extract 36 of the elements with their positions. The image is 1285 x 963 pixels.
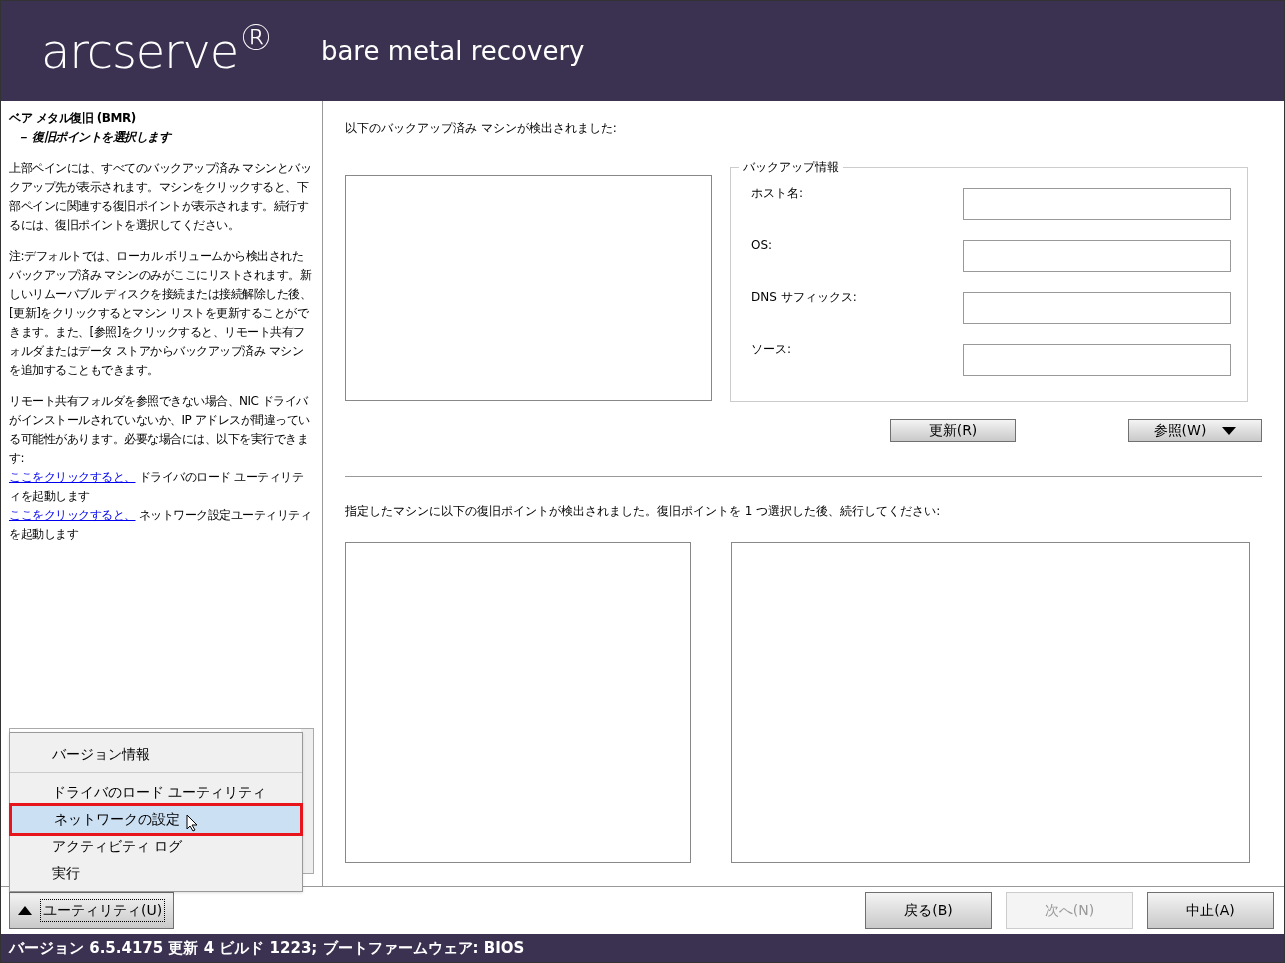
input-field[interactable] [963, 188, 1231, 220]
help-paragraph: リモート共有フォルダを参照できない場合、NIC ドライバがインストールされていないか、IP アドレスが間違っている可能性があります。必要な場合には、以下を実行できます: [9, 393, 311, 467]
input-field[interactable] [963, 292, 1231, 324]
field-label: ホスト名: [751, 185, 804, 202]
caret-up-icon [18, 906, 32, 915]
help-link[interactable]: ここをクリックすると、 [9, 508, 136, 522]
cursor-icon [186, 814, 198, 832]
menu-item[interactable]: バージョン情報 [10, 737, 302, 773]
menu-item[interactable]: ネットワークの設定 [12, 806, 300, 833]
sidebar-title: ベア メタル復旧 (BMR) [9, 110, 137, 127]
field-label: OS: [751, 237, 773, 254]
input-field[interactable] [963, 344, 1231, 376]
help-line: ここをクリックすると、 ネットワーク設定ユーティリティを起動します [9, 507, 313, 543]
field-label: ソース: [751, 341, 792, 358]
browse-button[interactable]: 参照(W) [1128, 419, 1262, 442]
menu-item[interactable]: アクティビティ ログ [10, 833, 302, 860]
sidebar-subtitle: － 復旧ポイントを選択します [16, 129, 173, 146]
machines-label: 以下のバックアップ済み マシンが検出されました: [345, 120, 618, 137]
help-paragraph: 注:デフォルトでは、ローカル ボリュームから検出されたバックアップ済み マシンのみがここにリストされます。新しいリムーバブル ディスクを接続または接続解除した後、[更新]をクリックするとマシン リストを更新することができます。また、[参照]をクリックすると、リモート共有フォルダまたはデータ ストアからバックアップ済み マシンを追加することもできます。 [9, 248, 313, 379]
version-text: バージョン 6.5.4175 更新 4 ビルド 1223; ブートファームウェア: BIOS [9, 937, 525, 959]
app-title: bare metal recovery [320, 34, 585, 68]
input-field[interactable] [963, 240, 1231, 272]
logo: arcserve$^{®}$ [41, 16, 273, 81]
group-legend: バックアップ情報 [739, 158, 843, 176]
help-line: ここをクリックすると、 ドライバのロード ユーティリティを起動します [9, 469, 305, 505]
dropdown-arrow-icon [1222, 426, 1237, 435]
refresh-button[interactable]: 更新(R) [890, 419, 1016, 442]
nav-button[interactable]: 中止(A) [1147, 892, 1274, 929]
nav-button[interactable]: 戻る(B) [865, 892, 992, 929]
help-link[interactable]: ここをクリックすると、 [9, 470, 136, 484]
menu-item[interactable]: 実行 [10, 860, 302, 887]
field-label: DNS サフィックス: [751, 289, 857, 306]
menu-item[interactable]: ドライバのロード ユーティリティ [10, 779, 302, 806]
help-paragraph: 上部ペインには、すべてのバックアップ済み マシンとバックアップ先が表示されます。マシンをクリックすると、下部ペインに関連する復旧ポイントが表示されます。続行するには、復旧ポイントを選択してください。 [9, 160, 313, 234]
points-label: 指定したマシンに以下の復旧ポイントが検出されました。復旧ポイントを 1 つ選択した後、続行してください: [345, 503, 942, 520]
utility-button[interactable]: ユーティリティ(U) [9, 892, 175, 929]
